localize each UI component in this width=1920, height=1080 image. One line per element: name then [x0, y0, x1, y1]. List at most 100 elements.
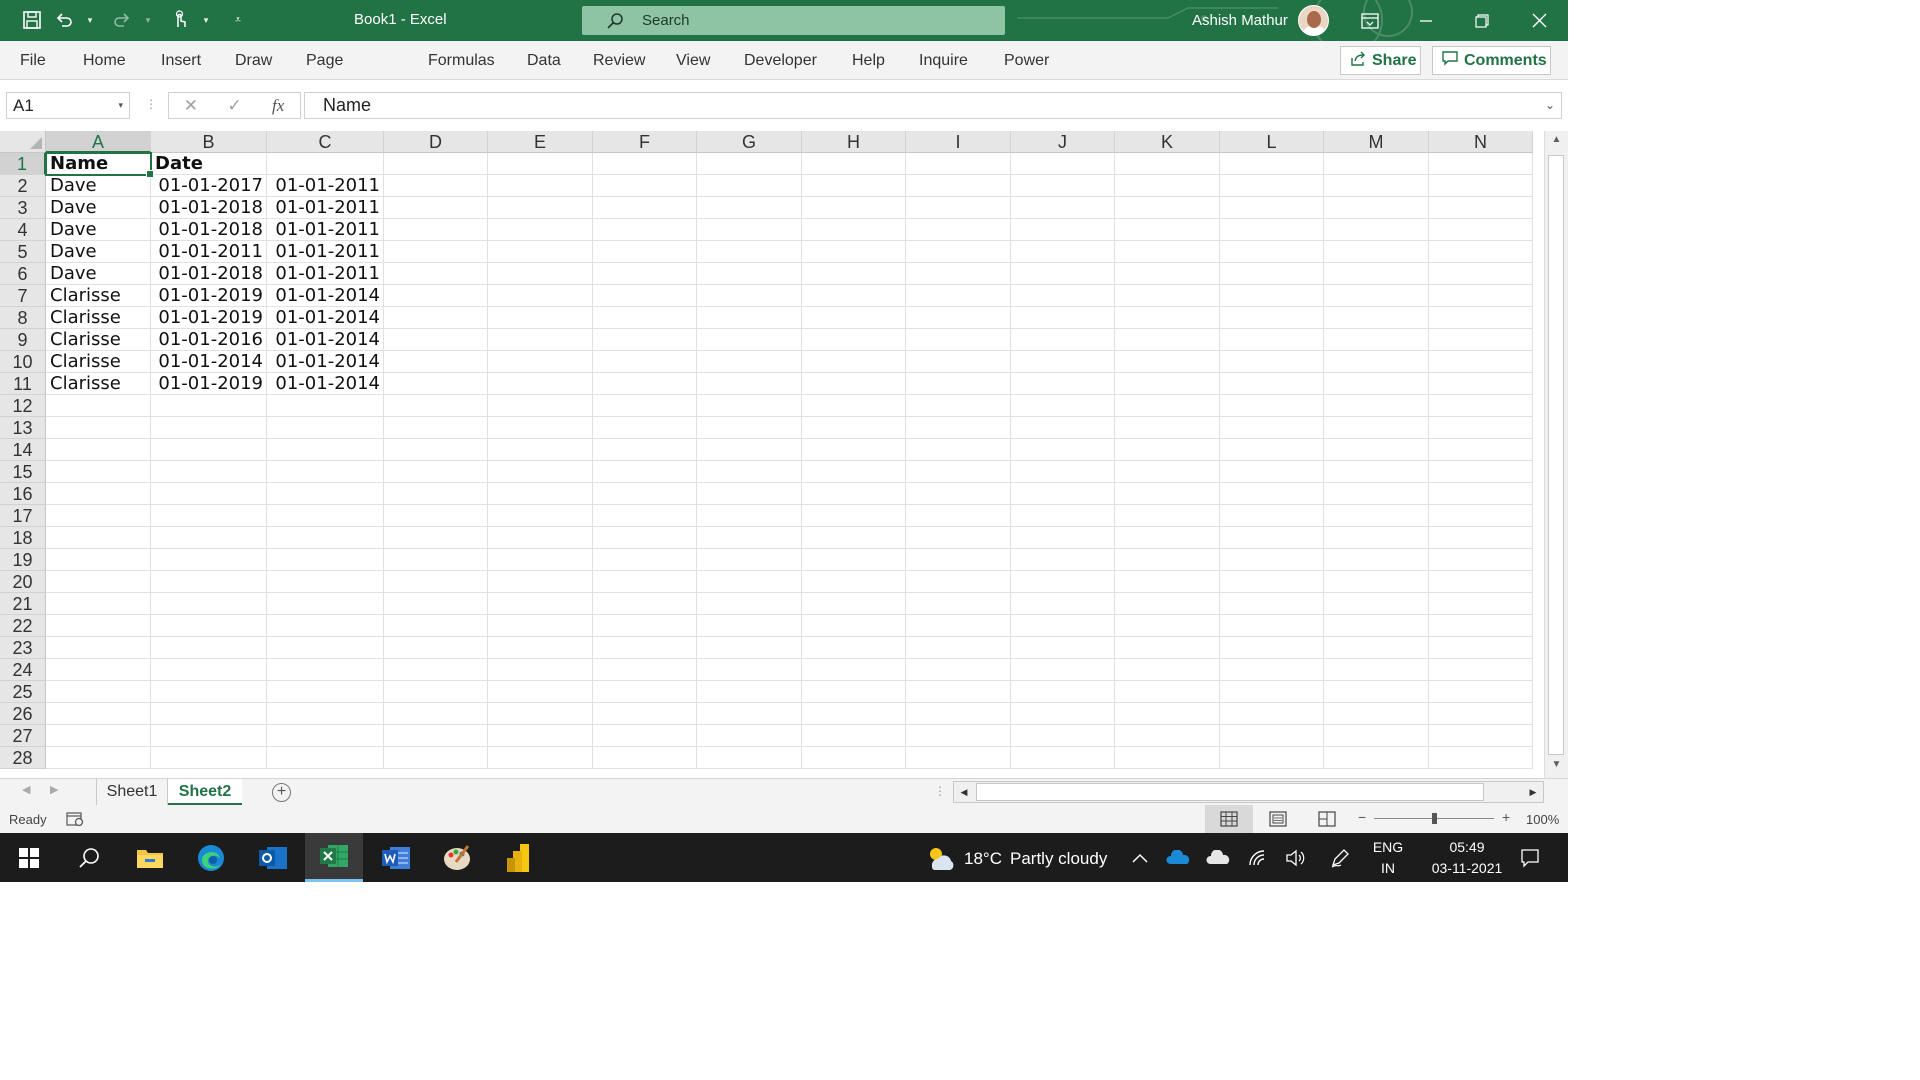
cell-h26[interactable]: [802, 703, 906, 725]
cell-n17[interactable]: [1429, 505, 1533, 527]
cell-a5[interactable]: Dave: [46, 241, 151, 263]
cell-d14[interactable]: [384, 439, 488, 461]
file-explorer-icon[interactable]: [121, 833, 179, 882]
outlook-icon[interactable]: [244, 833, 302, 882]
cell-k7[interactable]: [1115, 285, 1220, 307]
cell-a25[interactable]: [46, 681, 151, 703]
cell-g11[interactable]: [697, 373, 802, 395]
cell-e11[interactable]: [488, 373, 593, 395]
cell-l6[interactable]: [1220, 263, 1324, 285]
column-header-l[interactable]: L: [1220, 131, 1324, 153]
cell-j23[interactable]: [1011, 637, 1115, 659]
cell-e27[interactable]: [488, 725, 593, 747]
cell-g7[interactable]: [697, 285, 802, 307]
tab-page-layout[interactable]: Page Layout: [306, 41, 354, 108]
cell-h8[interactable]: [802, 307, 906, 329]
cell-m14[interactable]: [1324, 439, 1429, 461]
network-icon[interactable]: [1240, 833, 1276, 882]
zoom-out-icon[interactable]: −: [1358, 809, 1366, 825]
cell-m26[interactable]: [1324, 703, 1429, 725]
cell-m16[interactable]: [1324, 483, 1429, 505]
cell-l8[interactable]: [1220, 307, 1324, 329]
cell-c1[interactable]: [267, 153, 384, 175]
cell-m1[interactable]: [1324, 153, 1429, 175]
user-name[interactable]: Ashish Mathur: [1192, 12, 1288, 29]
cell-d23[interactable]: [384, 637, 488, 659]
cell-e28[interactable]: [488, 747, 593, 769]
cell-n7[interactable]: [1429, 285, 1533, 307]
cell-l11[interactable]: [1220, 373, 1324, 395]
pen-workspace-icon[interactable]: [1322, 833, 1358, 882]
cell-b10[interactable]: 01-01-2014: [151, 351, 267, 373]
cell-a26[interactable]: [46, 703, 151, 725]
column-header-g[interactable]: G: [697, 131, 802, 153]
cell-i25[interactable]: [906, 681, 1011, 703]
cell-n2[interactable]: [1429, 175, 1533, 197]
column-header-m[interactable]: M: [1324, 131, 1429, 153]
cell-i9[interactable]: [906, 329, 1011, 351]
cell-k13[interactable]: [1115, 417, 1220, 439]
touch-mode-icon[interactable]: [168, 8, 192, 32]
partly-cloudy-icon[interactable]: [920, 833, 960, 882]
redo-dropdown-icon[interactable]: ▾: [136, 8, 160, 32]
cell-b9[interactable]: 01-01-2016: [151, 329, 267, 351]
cell-l23[interactable]: [1220, 637, 1324, 659]
column-header-c[interactable]: C: [267, 131, 384, 153]
weather-temperature[interactable]: 18°C: [964, 849, 1002, 869]
cell-d11[interactable]: [384, 373, 488, 395]
cell-b6[interactable]: 01-01-2018: [151, 263, 267, 285]
cell-j21[interactable]: [1011, 593, 1115, 615]
cell-j8[interactable]: [1011, 307, 1115, 329]
cell-j17[interactable]: [1011, 505, 1115, 527]
cell-b4[interactable]: 01-01-2018: [151, 219, 267, 241]
cell-i14[interactable]: [906, 439, 1011, 461]
paint-icon[interactable]: [428, 833, 486, 882]
cell-a17[interactable]: [46, 505, 151, 527]
cell-c22[interactable]: [267, 615, 384, 637]
cell-i21[interactable]: [906, 593, 1011, 615]
cell-j18[interactable]: [1011, 527, 1115, 549]
cell-a20[interactable]: [46, 571, 151, 593]
cell-e17[interactable]: [488, 505, 593, 527]
cell-c8[interactable]: 01-01-2014: [267, 307, 384, 329]
cell-n15[interactable]: [1429, 461, 1533, 483]
cell-e25[interactable]: [488, 681, 593, 703]
cell-m10[interactable]: [1324, 351, 1429, 373]
row-header-24[interactable]: 24: [0, 659, 46, 681]
cell-f28[interactable]: [593, 747, 697, 769]
cell-l16[interactable]: [1220, 483, 1324, 505]
cell-g8[interactable]: [697, 307, 802, 329]
cell-c11[interactable]: 01-01-2014: [267, 373, 384, 395]
restore-icon[interactable]: [1454, 0, 1510, 41]
cell-g10[interactable]: [697, 351, 802, 373]
cell-b22[interactable]: [151, 615, 267, 637]
cell-k11[interactable]: [1115, 373, 1220, 395]
cell-j27[interactable]: [1011, 725, 1115, 747]
cell-a9[interactable]: Clarisse: [46, 329, 151, 351]
insert-function-button[interactable]: fx: [256, 96, 300, 116]
column-header-a[interactable]: A: [46, 131, 151, 153]
ribbon-display-options-icon[interactable]: [1342, 0, 1398, 41]
cell-d16[interactable]: [384, 483, 488, 505]
cell-k16[interactable]: [1115, 483, 1220, 505]
previous-sheet-icon[interactable]: ◀: [22, 783, 30, 796]
cell-l3[interactable]: [1220, 197, 1324, 219]
cell-d8[interactable]: [384, 307, 488, 329]
cell-e9[interactable]: [488, 329, 593, 351]
cell-e18[interactable]: [488, 527, 593, 549]
cell-b12[interactable]: [151, 395, 267, 417]
next-sheet-icon[interactable]: ▶: [50, 783, 58, 796]
cell-j26[interactable]: [1011, 703, 1115, 725]
tab-power-pivot[interactable]: Power Pivot: [1004, 41, 1049, 108]
cell-h24[interactable]: [802, 659, 906, 681]
cell-g20[interactable]: [697, 571, 802, 593]
row-header-16[interactable]: 16: [0, 483, 46, 505]
cell-m13[interactable]: [1324, 417, 1429, 439]
cell-j5[interactable]: [1011, 241, 1115, 263]
cell-f4[interactable]: [593, 219, 697, 241]
tab-data[interactable]: Data: [527, 41, 561, 80]
cell-n14[interactable]: [1429, 439, 1533, 461]
cell-a6[interactable]: Dave: [46, 263, 151, 285]
normal-view-icon[interactable]: [1205, 805, 1253, 833]
zoom-level[interactable]: 100%: [1526, 812, 1559, 827]
